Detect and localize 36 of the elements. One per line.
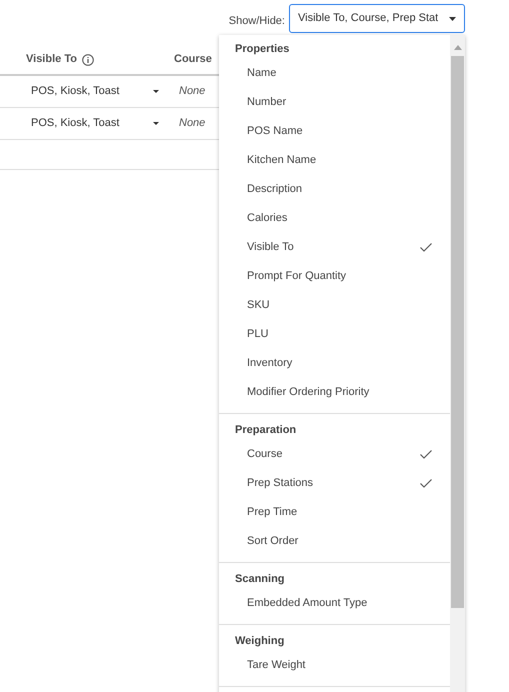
show-hide-label: Show/Hide: (228, 14, 285, 29)
columns-dropdown[interactable]: Visible To, Course, Prep Stat (289, 4, 465, 33)
table-cell-text: None (179, 84, 206, 100)
section-header: Weighing (234, 634, 286, 649)
menu-item[interactable]: Sort Order (219, 527, 450, 556)
menu-item[interactable]: Modifier Ordering Priority (219, 378, 450, 407)
section-header: Preparation (234, 423, 298, 438)
table-cell-text: None (179, 116, 206, 132)
caret-icon (449, 16, 456, 20)
menu-item[interactable]: Prompt For Quantity (219, 262, 450, 291)
menu-item[interactable]: Prep Stations (219, 469, 450, 498)
info-icon (82, 54, 94, 66)
caret-icon[interactable] (153, 122, 159, 125)
menu-item[interactable]: Kitchen Name (219, 146, 450, 175)
menu-item[interactable]: POS Name (219, 117, 450, 146)
menu-item[interactable]: Description (219, 175, 450, 204)
column-header: Course (174, 52, 212, 68)
table-cell-text: POS, Kiosk, Toast (31, 84, 120, 100)
menu-item[interactable]: Tare Weight (219, 651, 450, 680)
caret-icon[interactable] (153, 90, 159, 93)
column-header: Visible To (26, 52, 77, 68)
menu-item[interactable]: Prep Time (219, 498, 450, 527)
menu-item[interactable]: Visible To (219, 233, 450, 262)
scroll-up-icon (454, 45, 462, 50)
menu-item[interactable]: Course (219, 440, 450, 469)
menu-item[interactable]: Name (219, 59, 450, 88)
scrollbar-thumb[interactable] (451, 56, 464, 608)
section-header: Scanning (234, 572, 286, 587)
menu-item[interactable]: SKU (219, 291, 450, 320)
section-header: Properties (234, 42, 290, 57)
menu-item[interactable]: Calories (219, 204, 450, 233)
menu-item[interactable]: Embedded Amount Type (219, 589, 450, 618)
table-cell-text: POS, Kiosk, Toast (31, 116, 120, 132)
menu-item[interactable]: Number (219, 88, 450, 117)
menu-item[interactable]: PLU (219, 320, 450, 349)
menu-item[interactable]: Inventory (219, 349, 450, 378)
